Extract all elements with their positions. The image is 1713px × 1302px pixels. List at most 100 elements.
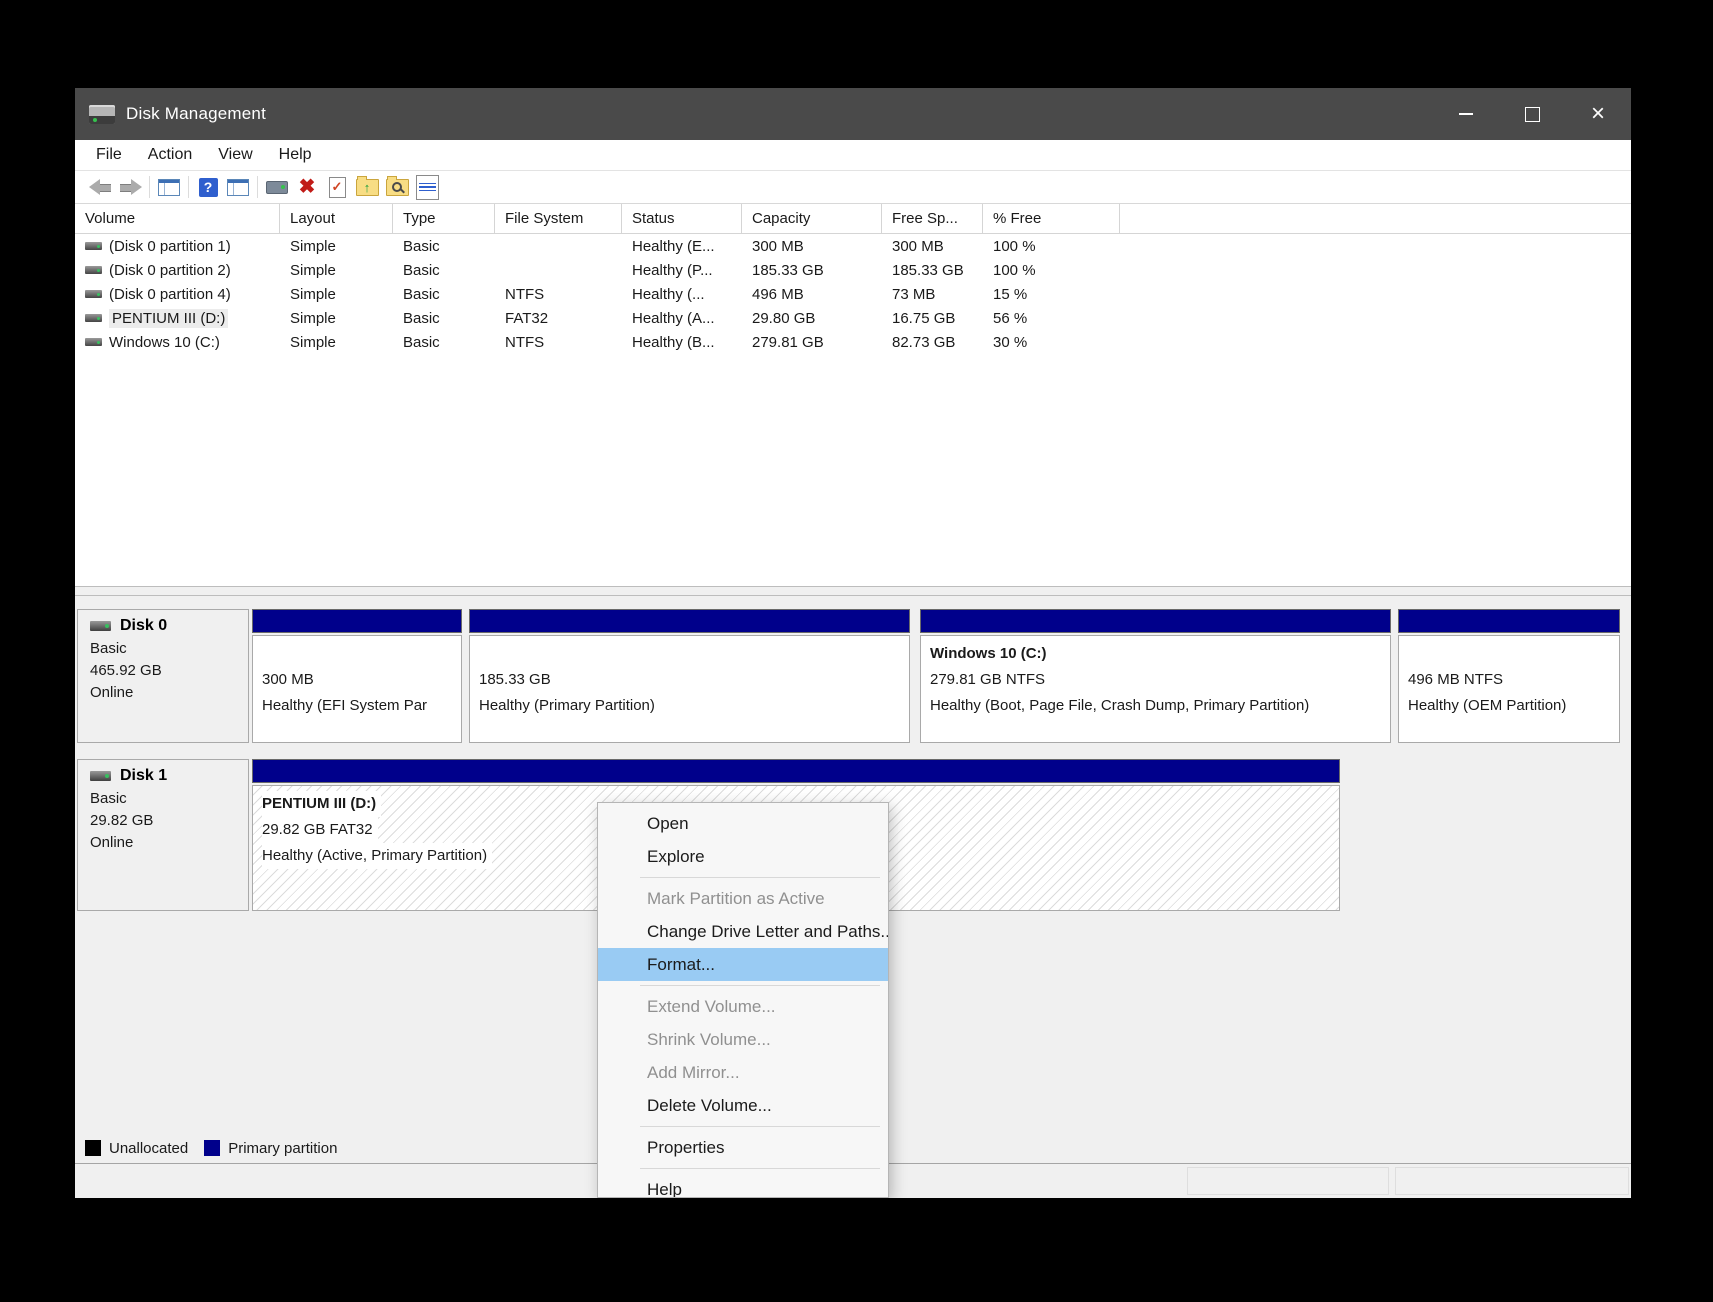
col-free-space[interactable]: Free Sp...	[882, 204, 983, 234]
back-button[interactable]	[85, 174, 115, 200]
menu-help[interactable]: Help	[266, 146, 325, 164]
menu-item-delete-volume[interactable]: Delete Volume...	[598, 1089, 888, 1122]
forward-button[interactable]	[115, 174, 145, 200]
menu-item-format[interactable]: Format...	[598, 948, 888, 981]
cell-type: Basic	[393, 334, 495, 351]
disk-icon	[266, 181, 288, 194]
context-menu: Open Explore Mark Partition as Active Ch…	[597, 802, 889, 1198]
disk0-row: Disk 0 Basic 465.92 GB Online 300 MB Hea…	[75, 609, 1631, 743]
cell-pct-free: 100 %	[983, 262, 1120, 279]
partition-color-bar	[920, 609, 1391, 633]
cell-capacity: 29.80 GB	[742, 310, 882, 327]
partition-title	[1408, 641, 1619, 667]
partition-windows10-c[interactable]: Windows 10 (C:) 279.81 GB NTFS Healthy (…	[920, 609, 1391, 743]
partition-size: 185.33 GB	[479, 667, 909, 693]
menu-item-change-drive-letter[interactable]: Change Drive Letter and Paths...	[598, 915, 888, 948]
cell-free-space: 73 MB	[882, 286, 983, 303]
cell-capacity: 279.81 GB	[742, 334, 882, 351]
help-button[interactable]: ?	[193, 174, 223, 200]
col-pct-free[interactable]: % Free	[983, 204, 1120, 234]
partition-color-bar	[252, 759, 1340, 783]
volume-disk-icon	[85, 242, 102, 250]
disk-type: Basic	[90, 638, 248, 660]
cell-layout: Simple	[280, 310, 393, 327]
check-document-icon: ✓	[329, 177, 346, 198]
col-layout[interactable]: Layout	[280, 204, 393, 234]
partition-title	[262, 641, 461, 667]
col-filler	[1120, 204, 1631, 234]
menu-item-explore[interactable]: Explore	[598, 840, 888, 873]
partition-primary-185gb[interactable]: 185.33 GB Healthy (Primary Partition)	[469, 609, 910, 743]
menu-item-properties[interactable]: Properties	[598, 1131, 888, 1164]
col-file-system[interactable]: File System	[495, 204, 622, 234]
cell-free-space: 16.75 GB	[882, 310, 983, 327]
col-capacity[interactable]: Capacity	[742, 204, 882, 234]
table-row[interactable]: Windows 10 (C:) Simple Basic NTFS Health…	[75, 330, 1631, 354]
maximize-button[interactable]	[1499, 88, 1565, 140]
menu-file[interactable]: File	[83, 146, 135, 164]
panel-splitter[interactable]	[75, 586, 1631, 596]
cell-layout: Simple	[280, 334, 393, 351]
disk-size: 29.82 GB	[90, 810, 248, 832]
disk-console-button[interactable]	[262, 174, 292, 200]
forward-arrow-icon	[119, 179, 142, 195]
table-row[interactable]: (Disk 0 partition 4) Simple Basic NTFS H…	[75, 282, 1631, 306]
disk-name: Disk 0	[120, 617, 167, 635]
volume-disk-icon	[85, 338, 102, 346]
window-controls: ×	[1433, 88, 1631, 140]
cell-capacity: 496 MB	[742, 286, 882, 303]
magnifier-icon	[392, 182, 402, 192]
help-icon: ?	[199, 178, 218, 197]
disk1-label-box[interactable]: Disk 1 Basic 29.82 GB Online	[77, 759, 249, 911]
menu-view[interactable]: View	[205, 146, 265, 164]
status-pane	[1395, 1167, 1629, 1195]
cell-type: Basic	[393, 310, 495, 327]
table-row-selected[interactable]: PENTIUM III (D:) Simple Basic FAT32 Heal…	[75, 306, 1631, 330]
cell-status: Healthy (...	[622, 286, 742, 303]
show-action-pane-button[interactable]	[223, 174, 253, 200]
col-volume[interactable]: Volume	[75, 204, 280, 234]
partition-oem[interactable]: 496 MB NTFS Healthy (OEM Partition)	[1398, 609, 1620, 743]
minimize-button[interactable]	[1433, 88, 1499, 140]
disk-type: Basic	[90, 788, 248, 810]
properties-list-button[interactable]	[412, 174, 442, 200]
volume-name: (Disk 0 partition 1)	[109, 238, 231, 255]
close-button[interactable]: ×	[1565, 88, 1631, 140]
menu-item-extend-volume: Extend Volume...	[598, 990, 888, 1023]
show-console-tree-button[interactable]	[154, 174, 184, 200]
cell-status: Healthy (E...	[622, 238, 742, 255]
menu-item-open[interactable]: Open	[598, 807, 888, 840]
toolbar-separator	[149, 176, 150, 198]
cell-file-system: FAT32	[495, 310, 622, 327]
table-row[interactable]: (Disk 0 partition 1) Simple Basic Health…	[75, 234, 1631, 258]
table-row[interactable]: (Disk 0 partition 2) Simple Basic Health…	[75, 258, 1631, 282]
cell-free-space: 300 MB	[882, 238, 983, 255]
check-disk-button[interactable]: ✓	[322, 174, 352, 200]
disk-status: Online	[90, 682, 248, 704]
menu-separator	[640, 1168, 880, 1169]
col-type[interactable]: Type	[393, 204, 495, 234]
partition-health: Healthy (Boot, Page File, Crash Dump, Pr…	[930, 693, 1390, 719]
partition-health: Healthy (OEM Partition)	[1408, 693, 1619, 719]
partition-color-bar	[469, 609, 910, 633]
legend-primary-label: Primary partition	[228, 1140, 337, 1157]
cell-layout: Simple	[280, 286, 393, 303]
partition-efi-system[interactable]: 300 MB Healthy (EFI System Par	[252, 609, 462, 743]
cell-status: Healthy (P...	[622, 262, 742, 279]
col-status[interactable]: Status	[622, 204, 742, 234]
folder-search-button[interactable]	[382, 174, 412, 200]
back-arrow-icon	[89, 179, 112, 195]
folder-up-icon: ↑	[356, 179, 379, 196]
menu-item-help[interactable]: Help	[598, 1173, 888, 1198]
folder-up-button[interactable]: ↑	[352, 174, 382, 200]
menu-bar: File Action View Help	[75, 140, 1631, 170]
legend-primary-swatch	[204, 1140, 220, 1156]
volume-list-panel: Volume Layout Type File System Status Ca…	[75, 203, 1631, 586]
disk0-label-box[interactable]: Disk 0 Basic 465.92 GB Online	[77, 609, 249, 743]
partition-size: 496 MB NTFS	[1408, 667, 1619, 693]
delete-button[interactable]: ✖	[292, 174, 322, 200]
disk-icon	[90, 621, 111, 631]
window-title: Disk Management	[126, 104, 266, 124]
toolbar-separator	[257, 176, 258, 198]
menu-action[interactable]: Action	[135, 146, 205, 164]
